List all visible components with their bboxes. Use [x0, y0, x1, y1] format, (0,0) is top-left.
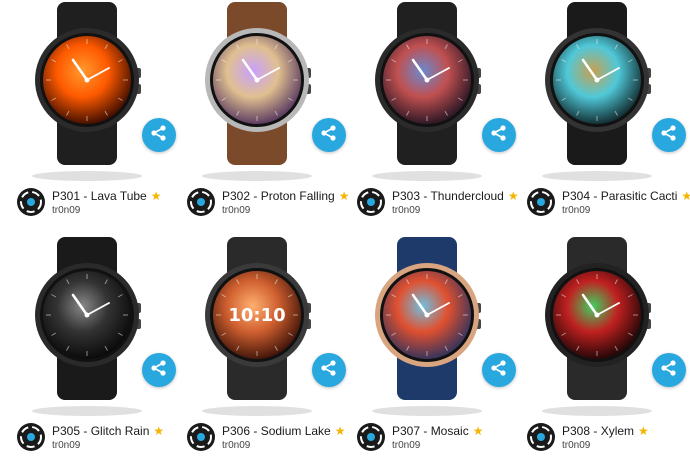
watchface-title[interactable]: P308 - Xylem [562, 424, 634, 438]
author-name[interactable]: tr0n09 [222, 205, 250, 216]
star-icon: ★ [153, 424, 165, 438]
watchface-grid: P301 - Lava Tube ★ tr0n09 P302 - Proton F… [0, 0, 690, 470]
author-avatar-icon[interactable] [186, 422, 216, 452]
watch-preview[interactable] [522, 235, 690, 420]
watchface-title[interactable]: P305 - Glitch Rain [52, 424, 149, 438]
watch-image [372, 2, 482, 181]
watch-image [372, 237, 482, 416]
author-avatar-icon[interactable] [356, 422, 386, 452]
share-icon [490, 124, 508, 147]
watchface-card[interactable]: P303 - Thundercloud ★ tr0n09 [352, 0, 522, 235]
watch-image [202, 2, 312, 181]
watchface-meta: P307 - Mosaic ★ tr0n09 [356, 420, 522, 454]
watchface-meta: P301 - Lava Tube ★ tr0n09 [16, 185, 182, 219]
watchface-card[interactable]: 10:10 P306 - Sodium Lake ★ tr0n09 [182, 235, 352, 470]
share-button[interactable] [482, 353, 516, 387]
author-avatar-icon[interactable] [526, 422, 556, 452]
star-icon: ★ [681, 189, 690, 203]
author-avatar-icon[interactable] [356, 187, 386, 217]
star-icon: ★ [638, 424, 649, 438]
share-button[interactable] [312, 118, 346, 152]
watchface-card[interactable]: P304 - Parasitic Cacti ★ tr0n09 [522, 0, 690, 235]
share-button[interactable] [142, 353, 176, 387]
share-icon [320, 359, 338, 382]
watchface-card[interactable]: P308 - Xylem ★ tr0n09 [522, 235, 690, 470]
watch-preview[interactable] [182, 0, 352, 185]
watch-preview[interactable] [352, 0, 522, 185]
watch-preview[interactable]: 10:10 [182, 235, 352, 420]
share-icon [320, 124, 338, 147]
watchface-card[interactable]: P307 - Mosaic ★ tr0n09 [352, 235, 522, 470]
author-name[interactable]: tr0n09 [52, 205, 80, 216]
watchface-title[interactable]: P306 - Sodium Lake [222, 424, 331, 438]
watch-preview[interactable] [352, 235, 522, 420]
author-avatar-icon[interactable] [186, 187, 216, 217]
watchface-title[interactable]: P301 - Lava Tube [52, 189, 147, 203]
watchface-meta: P302 - Proton Falling ★ tr0n09 [186, 185, 352, 219]
share-button[interactable] [652, 118, 686, 152]
watchface-meta: P303 - Thundercloud ★ tr0n09 [356, 185, 522, 219]
share-button[interactable] [312, 353, 346, 387]
share-icon [660, 124, 678, 147]
watchface-title[interactable]: P302 - Proton Falling [222, 189, 335, 203]
author-avatar-icon[interactable] [526, 187, 556, 217]
share-icon [660, 359, 678, 382]
author-name[interactable]: tr0n09 [52, 440, 80, 451]
author-avatar-icon[interactable] [16, 187, 46, 217]
watch-preview[interactable] [522, 0, 690, 185]
star-icon: ★ [334, 424, 346, 438]
author-name[interactable]: tr0n09 [392, 440, 420, 451]
watchface-title[interactable]: P303 - Thundercloud [392, 189, 504, 203]
watchface-card[interactable]: P305 - Glitch Rain ★ tr0n09 [12, 235, 182, 470]
watchface-title[interactable]: P307 - Mosaic [392, 424, 469, 438]
star-icon: ★ [472, 424, 484, 438]
share-icon [490, 359, 508, 382]
watchface-meta: P305 - Glitch Rain ★ tr0n09 [16, 420, 182, 454]
watchface-card[interactable]: P301 - Lava Tube ★ tr0n09 [12, 0, 182, 235]
watchface-meta: P306 - Sodium Lake ★ tr0n09 [186, 420, 352, 454]
share-icon [150, 124, 168, 147]
star-icon: ★ [150, 189, 162, 203]
watch-image [32, 237, 142, 416]
author-avatar-icon[interactable] [16, 422, 46, 452]
watchface-title[interactable]: P304 - Parasitic Cacti [562, 189, 677, 203]
watch-image: 10:10 [202, 237, 312, 416]
share-icon [150, 359, 168, 382]
watchface-meta: P304 - Parasitic Cacti ★ tr0n09 [526, 185, 690, 219]
watch-preview[interactable] [12, 0, 182, 185]
author-name[interactable]: tr0n09 [562, 440, 590, 451]
share-button[interactable] [482, 118, 516, 152]
share-button[interactable] [142, 118, 176, 152]
watch-image [542, 2, 652, 181]
watch-image [32, 2, 142, 181]
watchface-meta: P308 - Xylem ★ tr0n09 [526, 420, 690, 454]
author-name[interactable]: tr0n09 [562, 205, 590, 216]
star-icon: ★ [338, 189, 350, 203]
star-icon: ★ [507, 189, 519, 203]
watch-image [542, 237, 652, 416]
watchface-card[interactable]: P302 - Proton Falling ★ tr0n09 [182, 0, 352, 235]
author-name[interactable]: tr0n09 [222, 440, 250, 451]
watch-preview[interactable] [12, 235, 182, 420]
share-button[interactable] [652, 353, 686, 387]
watch-time-display: 10:10 [228, 305, 285, 326]
author-name[interactable]: tr0n09 [392, 205, 420, 216]
